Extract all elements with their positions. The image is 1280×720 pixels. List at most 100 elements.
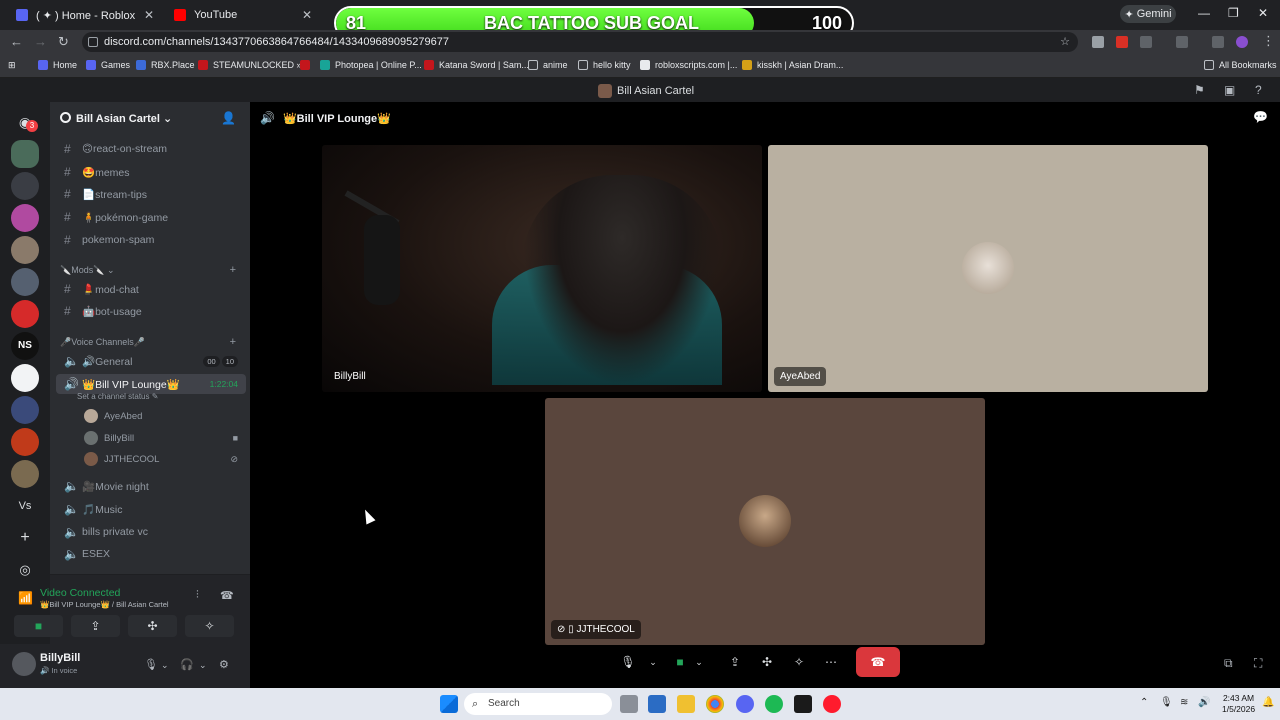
activities-button[interactable]: ✣ (128, 615, 177, 637)
back-icon[interactable]: ← (10, 34, 23, 49)
opera-icon[interactable] (823, 695, 841, 713)
server-icon[interactable] (11, 460, 39, 488)
channel-mod-chat[interactable]: # 💄mod-chat (56, 279, 246, 299)
close-window-icon[interactable]: ✕ (1258, 6, 1268, 20)
microphone-icon[interactable]: 🎙 (1160, 697, 1173, 708)
server-icon[interactable] (11, 300, 39, 328)
share-screen-button[interactable]: ⇪ (724, 647, 746, 677)
reload-icon[interactable]: ↻ (58, 34, 69, 50)
add-server-icon[interactable]: + (11, 524, 39, 552)
apps-icon[interactable]: ⊞ (8, 60, 16, 71)
site-info-icon[interactable] (88, 37, 98, 47)
voice-member-jjthecool[interactable]: JJTHECOOL (84, 452, 159, 466)
bookmark-item[interactable]: Photopea | Online P... (320, 60, 422, 70)
discover-icon[interactable]: ◎ (11, 556, 39, 584)
file-explorer-icon[interactable] (677, 695, 695, 713)
chat-bubble-icon[interactable]: 💬 (1253, 110, 1268, 124)
channel-stream-tips[interactable]: # 📄stream-tips (56, 184, 246, 204)
wifi-icon[interactable]: ≋ (1180, 697, 1188, 708)
voice-channel-private[interactable]: 🔈 bills private vc (56, 522, 246, 542)
bookmark-item[interactable]: robloxscripts.com |... (640, 60, 737, 70)
more-options-icon[interactable]: ⋯ (820, 647, 842, 677)
extension-icon[interactable] (1092, 36, 1104, 48)
bookmark-item[interactable]: Katana Sword | Sam... (424, 60, 529, 70)
avatar[interactable] (12, 652, 36, 676)
signal-icon[interactable]: 📶 (18, 591, 33, 605)
extensions-puzzle-icon[interactable] (1140, 36, 1152, 48)
voice-channel-vip-lounge[interactable]: 🔊 👑Bill VIP Lounge👑 1:22:04 (56, 374, 246, 394)
voice-channel-esex[interactable]: 🔈 ESEX (56, 544, 246, 564)
help-icon[interactable]: ? (1255, 83, 1262, 97)
server-icon[interactable] (11, 268, 39, 296)
downloads-icon[interactable] (1212, 36, 1224, 48)
server-icon[interactable] (11, 140, 39, 168)
bookmark-folder[interactable]: hello kitty (578, 60, 631, 70)
add-channel-icon[interactable]: + (230, 336, 236, 348)
headphones-icon[interactable]: 🎧 (180, 658, 194, 671)
tab-roblox[interactable]: ( ✦ ) Home - Roblox ✕ (8, 4, 160, 26)
menu-icon[interactable]: ⋮ (1262, 33, 1275, 49)
windows-start-icon[interactable] (440, 695, 458, 713)
chrome-icon[interactable] (706, 695, 724, 713)
server-icon[interactable] (11, 396, 39, 424)
close-icon[interactable]: ✕ (302, 8, 312, 22)
gemini-button[interactable]: ✦ Gemini (1120, 5, 1176, 23)
volume-icon[interactable]: 🔊 (1198, 697, 1210, 708)
noise-suppression-icon[interactable]: ⫶ (196, 589, 199, 602)
voice-member-billybill[interactable]: BillyBill (84, 431, 134, 445)
star-icon[interactable]: ☆ (1060, 32, 1070, 52)
microphone-button[interactable]: 🎙 (618, 647, 638, 677)
voice-channel-music[interactable]: 🔈 🎵Music (56, 499, 246, 519)
spotify-icon[interactable] (765, 695, 783, 713)
soundboard-button[interactable]: ✧ (185, 615, 234, 637)
channel-react-on-stream[interactable]: # 🙃react-on-stream (56, 139, 246, 159)
bookmark-item[interactable]: kisskh | Asian Dram... (742, 60, 843, 70)
voice-location[interactable]: 👑Bill VIP Lounge👑 / Bill Asian Cartel (40, 600, 169, 609)
video-tile-billybill[interactable]: BillyBill (322, 145, 762, 392)
activities-button[interactable]: ✣ (756, 647, 778, 677)
bookmark-item[interactable] (300, 60, 315, 70)
forward-icon[interactable]: → (34, 34, 47, 49)
server-icon[interactable] (11, 236, 39, 264)
disconnect-call-button[interactable]: ☎ (856, 647, 900, 677)
tab-youtube[interactable]: YouTube ✕ (166, 4, 318, 26)
voice-channel-movie-night[interactable]: 🔈 🎥Movie night (56, 476, 246, 496)
all-bookmarks[interactable]: All Bookmarks (1204, 60, 1277, 70)
video-toggle-button[interactable]: ■ (14, 615, 63, 637)
bookmark-folder[interactable]: anime (528, 60, 568, 70)
channel-bot-usage[interactable]: # 🤖bot-usage (56, 301, 246, 321)
chevron-down-icon[interactable]: ⌄ (161, 660, 169, 671)
server-icon[interactable] (11, 204, 39, 232)
voice-channel-general[interactable]: 🔈 🔊General 00 10 (56, 351, 246, 371)
server-icon[interactable] (11, 364, 39, 392)
bookmark-item[interactable]: Home (38, 60, 77, 70)
chevron-down-icon[interactable]: ⌄ (646, 647, 660, 677)
bookmark-item[interactable]: Games (86, 60, 130, 70)
app-icon[interactable] (794, 695, 812, 713)
discord-icon[interactable] (736, 695, 754, 713)
channel-status[interactable]: Set a channel status ✎ (77, 392, 158, 401)
profile-avatar[interactable] (1236, 36, 1248, 48)
chevron-down-icon[interactable]: ⌄ (199, 660, 207, 671)
username[interactable]: BillyBill (40, 652, 80, 664)
add-channel-icon[interactable]: + (230, 264, 236, 276)
bookmark-item[interactable]: RBX.Place (136, 60, 195, 70)
server-icon[interactable] (11, 172, 39, 200)
taskbar-search[interactable]: ⌕ Search (464, 693, 612, 715)
bookmark-item[interactable]: STEAMUNLOCKED »... (198, 60, 309, 70)
microphone-icon[interactable]: 🎙 (144, 658, 158, 671)
add-member-icon[interactable]: 👤 (221, 111, 236, 125)
screen-share-button[interactable]: ⇪ (71, 615, 120, 637)
soundboard-button[interactable]: ✧ (788, 647, 810, 677)
close-icon[interactable]: ✕ (144, 8, 154, 22)
video-tile-ayeabed[interactable]: AyeAbed (768, 145, 1208, 392)
category-mods[interactable]: 🔪Mods🔪 ⌄ (60, 265, 114, 276)
fullscreen-icon[interactable]: ⛶ (1254, 656, 1262, 671)
server-header[interactable]: Bill Asian Cartel ⌄ 👤 (50, 102, 250, 134)
minimize-icon[interactable]: — (1198, 6, 1210, 20)
server-icon[interactable] (11, 428, 39, 456)
server-icon[interactable]: NS (11, 332, 39, 360)
notification-icon[interactable]: 🔔 (1262, 697, 1274, 708)
store-icon[interactable] (648, 695, 666, 713)
chevron-up-icon[interactable]: ⌃ (1140, 697, 1148, 708)
